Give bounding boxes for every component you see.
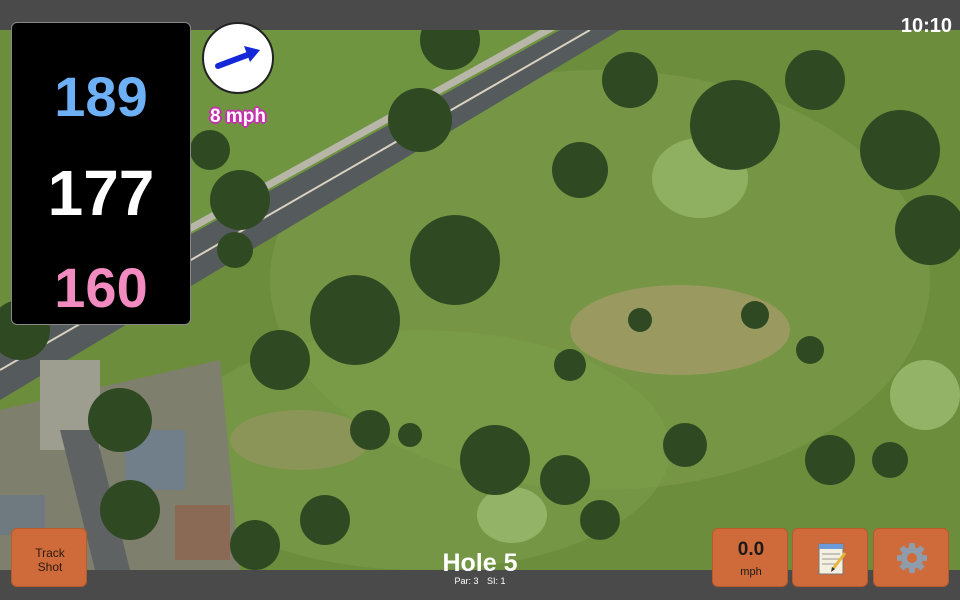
hole-info: Par: 3 SI: 1 — [380, 576, 580, 586]
wind-indicator — [202, 22, 274, 94]
hole-title: Hole 5 — [442, 549, 518, 577]
gear-icon — [897, 543, 927, 573]
track-shot-label-line1: Track — [35, 546, 65, 560]
track-shot-button[interactable]: Track Shot — [11, 528, 87, 587]
track-shot-label-line2: Shot — [37, 560, 63, 574]
distance-panel: 189 177 160 — [11, 22, 191, 325]
hole-stroke-index: SI: 1 — [487, 576, 506, 586]
hole-par: Par: 3 — [454, 576, 479, 586]
notes-button[interactable] — [792, 528, 868, 587]
speed-unit: mph — [740, 566, 762, 578]
speed-value: 0.0 — [737, 539, 765, 560]
wind-arrow-icon — [215, 46, 260, 69]
clock-time: 10:10 — [900, 15, 952, 37]
settings-button[interactable] — [873, 528, 949, 587]
speed-button[interactable]: 0.0 mph — [712, 528, 788, 587]
wind-speed-label: 8 mph — [210, 106, 266, 127]
middle-distance: 177 — [47, 157, 155, 229]
notepad-icon — [818, 543, 847, 575]
back-distance: 189 — [54, 65, 148, 128]
front-distance: 160 — [54, 256, 148, 319]
